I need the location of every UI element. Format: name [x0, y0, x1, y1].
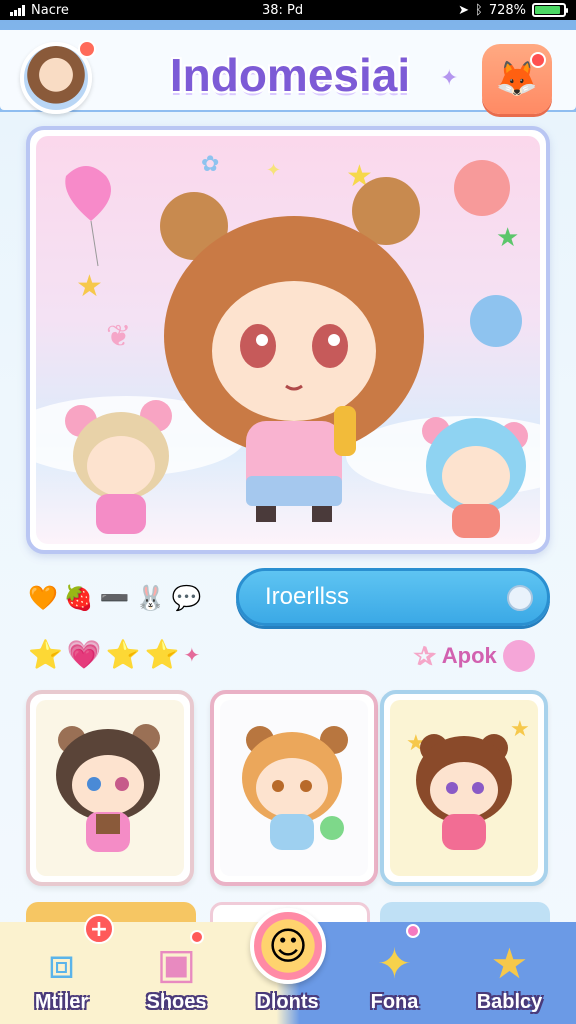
collectibles-row: 🧡 🍓 ➖ 🐰 💬 [28, 578, 228, 618]
blonde-girl-card[interactable] [210, 690, 378, 886]
strawberry-icon[interactable]: 🍓 [64, 584, 94, 612]
hero-banner[interactable]: ★ ★ ✦ ✿ ❦ ★ [26, 126, 550, 554]
cube-icon: ⧈ [48, 939, 75, 988]
brown-girl-illustration: ★ ★ [406, 717, 530, 850]
blob-blue-icon [470, 295, 522, 347]
apok-label: Apok [441, 643, 497, 668]
dash-icon[interactable]: ➖ [100, 584, 130, 612]
heart-balloon-icon [65, 166, 111, 221]
heart-orange-icon[interactable]: 🧡 [28, 584, 58, 612]
star-pink-icon[interactable]: ⭐ [106, 638, 141, 671]
search-bar[interactable]: Iroerllss [236, 568, 550, 626]
fox-notification-dot [530, 52, 546, 68]
star-green-icon[interactable]: ⭐ [28, 638, 63, 671]
bear-girl-illustration [56, 724, 160, 852]
nav-label: Mtiler [34, 991, 89, 1013]
cat-icon: ✦ [376, 939, 413, 988]
star-green-icon: ★ [496, 223, 519, 253]
sparkle-icon: ✦ [440, 66, 459, 91]
nav-label: Bablcy [476, 991, 543, 1013]
bunny-face-icon [502, 640, 535, 672]
battery-icon [532, 3, 568, 17]
bunny-icon[interactable]: 🐰 [136, 584, 166, 612]
nav-label: Dlonts [256, 991, 319, 1013]
nav-item-bablcy[interactable]: ★ Bablcy [452, 922, 567, 1024]
card-art [36, 700, 184, 876]
signal-icon [10, 4, 25, 16]
flower-icon: ✿ [201, 152, 219, 177]
nav-label: Fona [370, 991, 419, 1013]
app-header: Indomesiai ✦ 🦊 [0, 20, 576, 114]
battery-percent: 728% [488, 2, 526, 18]
nav-item-shoes[interactable]: ▣ Shoes [119, 922, 234, 1024]
hero-svg: ★ ★ ✦ ✿ ❦ ★ [36, 152, 540, 538]
header-panel: Indomesiai ✦ 🦊 [0, 30, 576, 114]
avatar-notification-dot [78, 40, 96, 58]
card-art: ★ ★ [390, 700, 538, 876]
plus-badge-icon[interactable]: + [84, 914, 114, 944]
apok-button[interactable]: ✰ Apok [414, 640, 535, 672]
brown-girl-card[interactable]: ★ ★ [380, 690, 548, 886]
sparkle-pink-icon[interactable]: ✦ [184, 643, 201, 667]
card-art [220, 700, 368, 876]
chibi-characters-illustration: ★ ★ ✦ ✿ ❦ ★ [36, 136, 540, 544]
heart-pink-icon[interactable]: 💗 [67, 638, 102, 671]
page-title: Indomesiai [169, 49, 411, 101]
star-rating-row: ⭐ 💗 ⭐ ⭐ ✦ [28, 638, 200, 671]
location-icon: ➤ [458, 2, 470, 18]
nav-item-fona[interactable]: ✦ Fona [337, 922, 452, 1024]
star-outline-icon: ✰ [414, 640, 436, 671]
bow-icon: ❦ [106, 319, 131, 354]
carrier-label: Nacre [31, 2, 69, 18]
status-bar: Nacre 38: Pd ➤ ᛒ 728% [0, 0, 576, 20]
fox-button[interactable]: 🦊 [482, 44, 552, 114]
speech-bubble-icon[interactable]: 💬 [172, 584, 202, 612]
smile-icon[interactable]: ☺ [250, 908, 326, 984]
search-toggle-icon[interactable] [507, 585, 533, 611]
search-input[interactable]: Iroerllss [257, 579, 497, 615]
fona-notification-dot [406, 924, 420, 938]
status-left: Nacre [10, 3, 69, 18]
star-icon: ★ [76, 269, 103, 304]
bear-girl-card[interactable] [26, 690, 194, 886]
star-icon: ✦ [266, 160, 281, 181]
shoes-notification-dot [190, 930, 204, 944]
clock: 38: Pd [262, 2, 304, 18]
status-right: ➤ ᛒ 728% [458, 2, 568, 18]
box-icon: ▣ [156, 939, 197, 988]
bluetooth-icon: ᛒ [475, 2, 483, 18]
nav-label: Shoes [146, 991, 207, 1013]
blonde-girl-illustration [242, 726, 348, 850]
svg-text:★: ★ [510, 717, 530, 742]
star-blue-icon[interactable]: ⭐ [145, 638, 180, 671]
blob-pink-icon [454, 160, 510, 216]
star-icon: ★ [490, 939, 529, 988]
